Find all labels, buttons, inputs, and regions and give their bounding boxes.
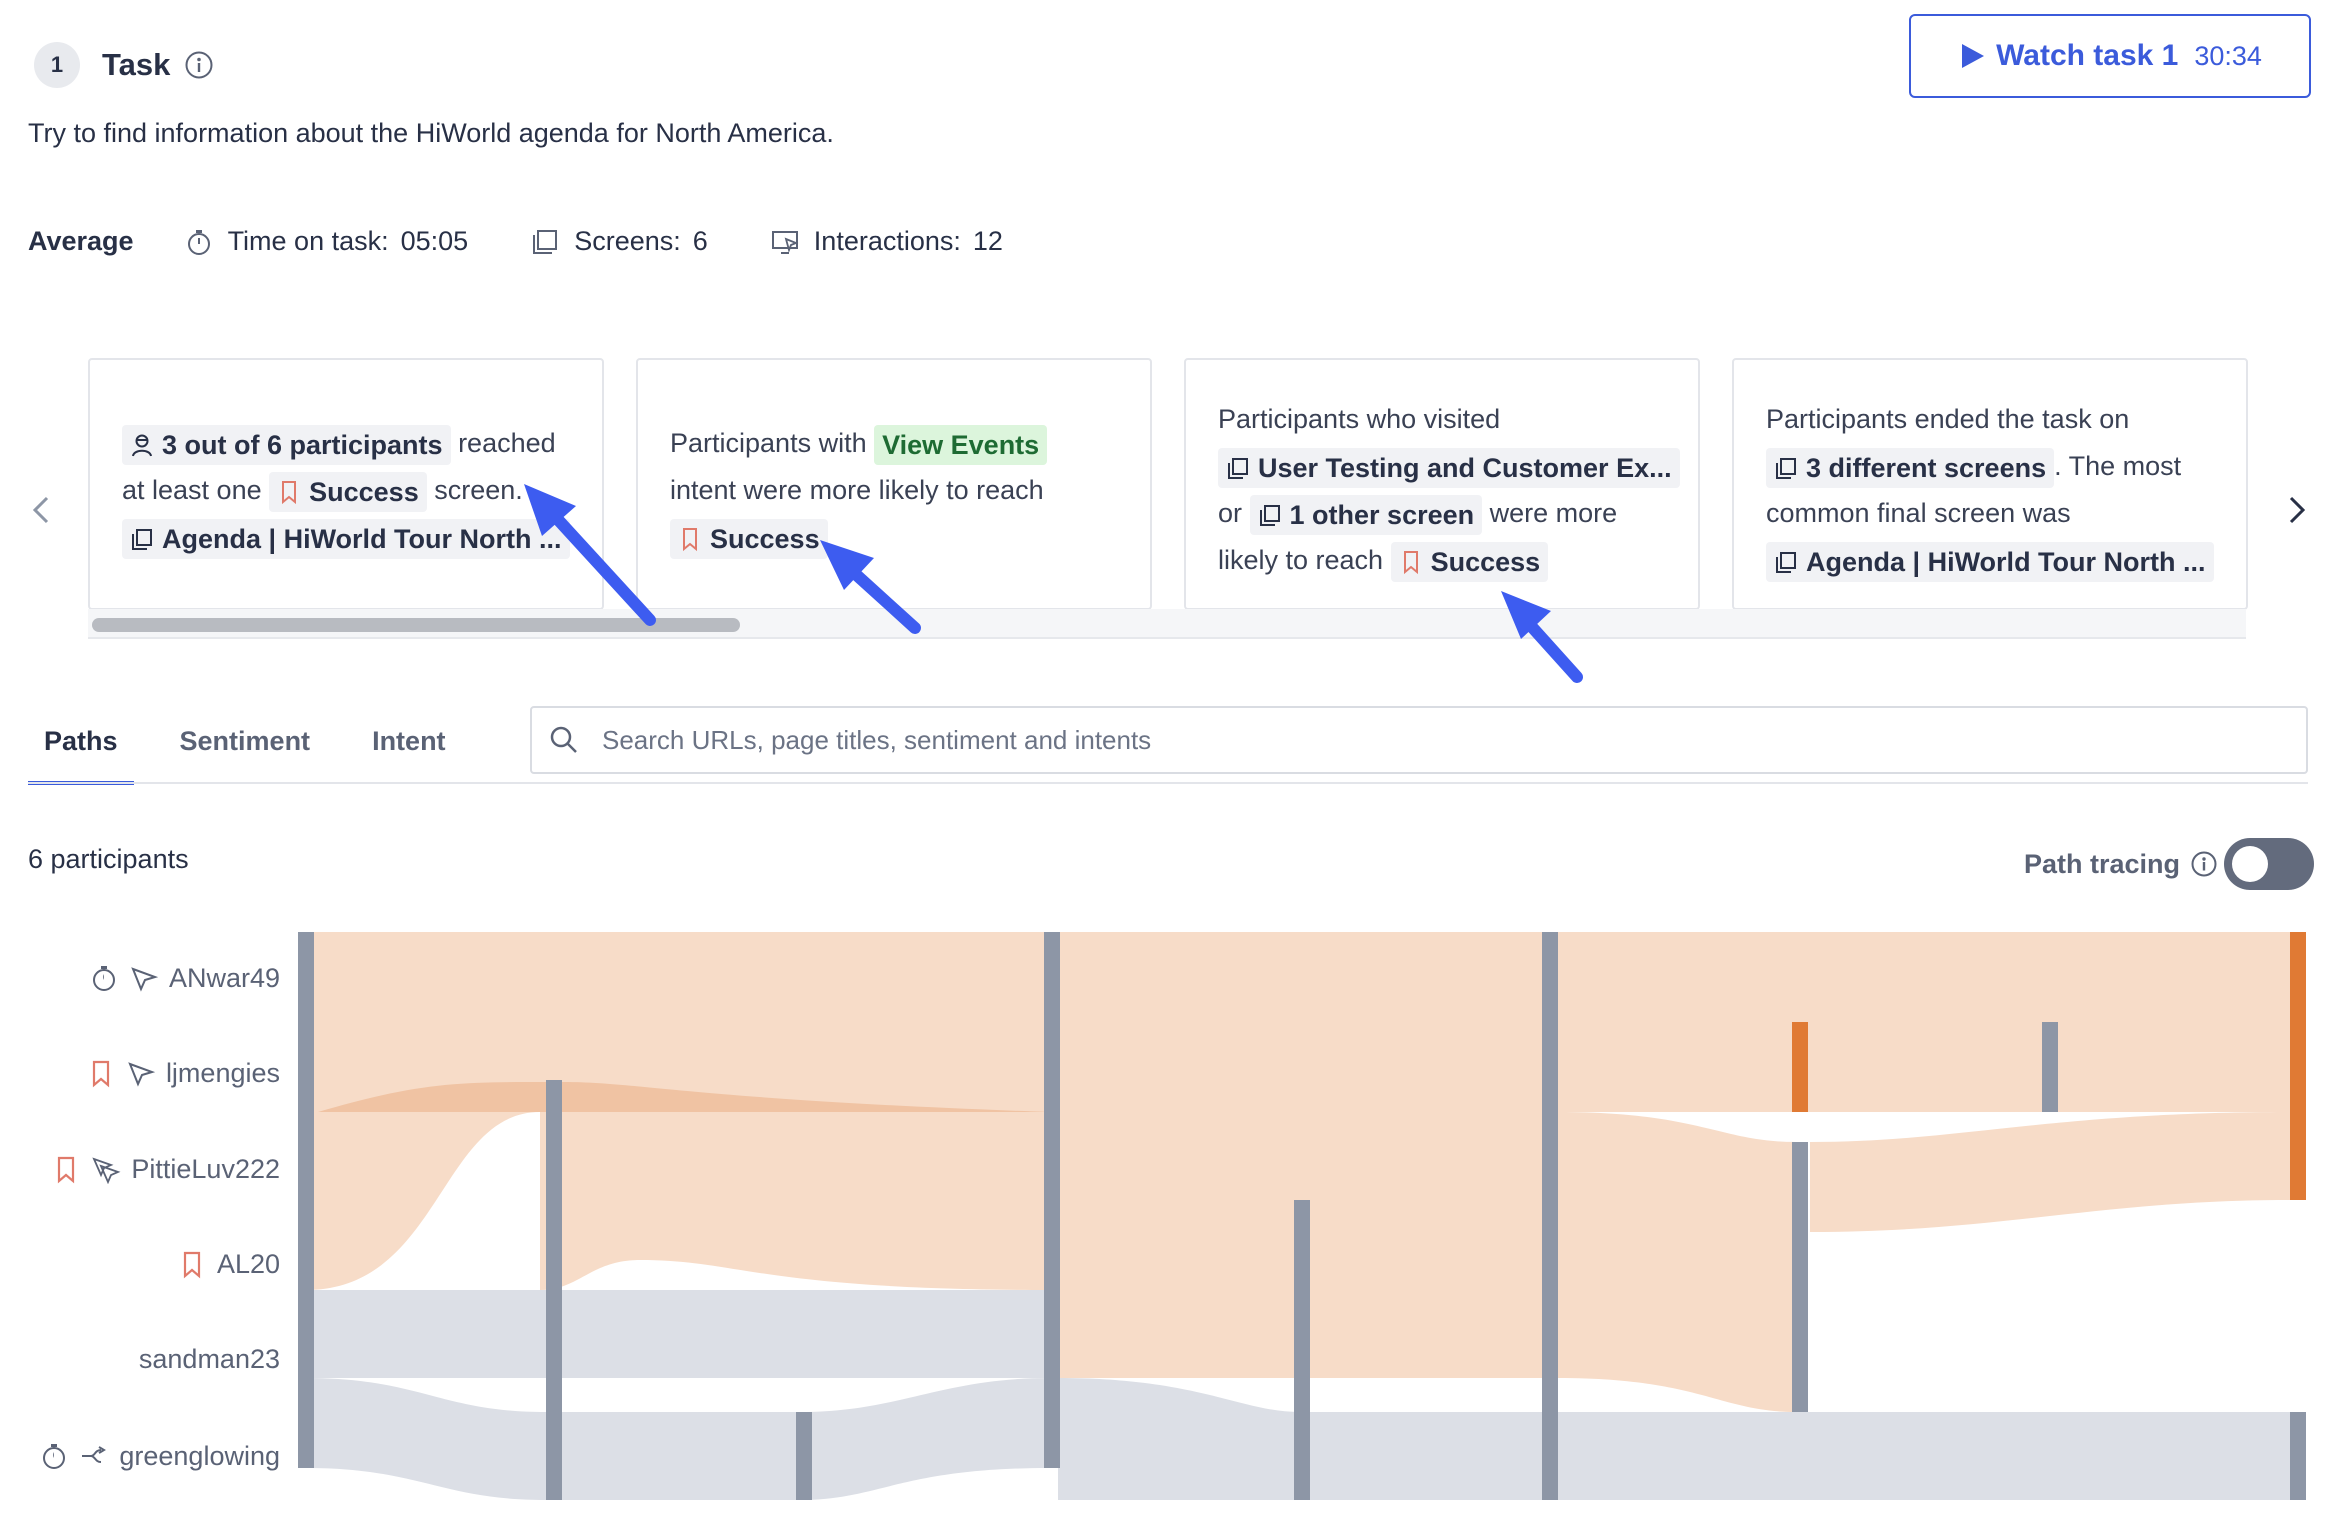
- participant-row[interactable]: ljmengies: [86, 1053, 280, 1093]
- screen-node[interactable]: [1792, 1142, 1808, 1412]
- bookmark-icon: [58, 1156, 75, 1184]
- flow-band: [1810, 1112, 2290, 1232]
- participant-row[interactable]: greenglowing: [39, 1436, 280, 1476]
- participant-row[interactable]: AL20: [177, 1244, 280, 1284]
- flow-band: [306, 1378, 1050, 1500]
- screen-node[interactable]: [2042, 1022, 2058, 1112]
- participant-row[interactable]: ANwar49: [89, 958, 280, 998]
- participant-name: AL20: [216, 1248, 280, 1279]
- flow-band: [1558, 932, 2290, 1112]
- participant-name: sandman23: [138, 1343, 280, 1374]
- bookmark-icon: [92, 1060, 110, 1088]
- flow-band: [1558, 1112, 1796, 1412]
- participant-row[interactable]: sandman23: [139, 1339, 280, 1379]
- screen-node[interactable]: [1294, 1200, 1310, 1500]
- stopwatch-icon: [43, 1444, 66, 1469]
- participant-name: greenglowing: [119, 1440, 280, 1471]
- participant-name: ljmengies: [165, 1057, 280, 1088]
- screen-node[interactable]: [1044, 932, 1060, 1468]
- screen-node[interactable]: [1542, 932, 1558, 1500]
- branch-icon: [82, 1446, 107, 1463]
- path-sankey-diagram: [298, 932, 2306, 1500]
- participant-row[interactable]: PittieLuv222: [51, 1149, 280, 1189]
- flow-band: [1058, 1378, 2290, 1500]
- cursor-icon: [128, 1062, 156, 1087]
- screen-node[interactable]: [796, 1412, 812, 1500]
- screen-node[interactable]: [2290, 1412, 2306, 1500]
- stopwatch-icon: [92, 966, 115, 991]
- screen-node[interactable]: [546, 1080, 562, 1500]
- cursor-icon: [131, 967, 159, 992]
- participant-name: PittieLuv222: [131, 1153, 280, 1184]
- flow-band: [540, 1112, 1050, 1290]
- bookmark-icon: [183, 1251, 201, 1279]
- screen-node[interactable]: [298, 932, 314, 1468]
- flow-band: [306, 1290, 1050, 1378]
- success-screen-node[interactable]: [1792, 1022, 1808, 1112]
- participant-name: ANwar49: [168, 962, 280, 993]
- multi-cursor-icon: [92, 1157, 121, 1184]
- success-screen-node[interactable]: [2290, 932, 2306, 1200]
